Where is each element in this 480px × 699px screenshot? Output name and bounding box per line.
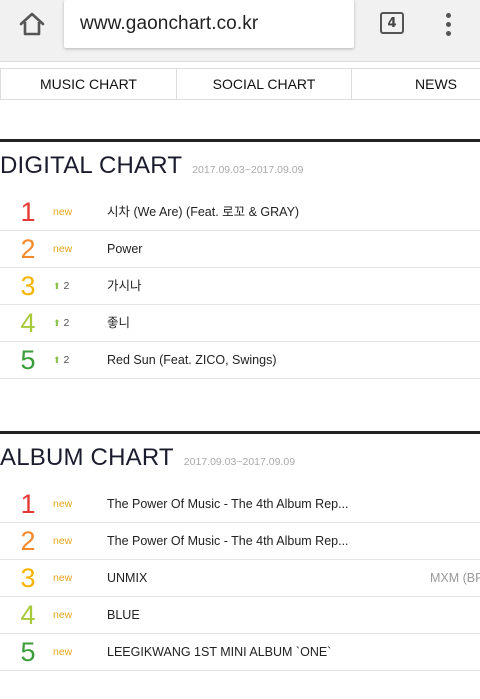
overflow-menu-button[interactable] [436,8,460,40]
rank-up-arrow-icon: ⬆ [53,318,61,328]
rank-change: new [53,206,73,218]
rank-change: new [53,572,73,584]
song-title[interactable]: 시차 (We Are) (Feat. 로꼬 & GRAY) [107,194,299,231]
nav-news[interactable]: NEWS [351,69,480,99]
rank-number: 4 [20,600,36,630]
album-title[interactable]: UNMIX [107,560,147,597]
address-bar[interactable]: www.gaonchart.co.kr [64,0,354,48]
album-title[interactable]: LEEGIKWANG 1ST MINI ALBUM `ONE` [107,634,331,671]
song-title[interactable]: 좋니 [107,305,130,342]
album-chart-row[interactable]: 4 new BLUE [0,597,480,634]
rank-up-arrow-icon: ⬆ [53,355,61,365]
rank-number: 1 [20,489,36,519]
rank-change-value: 2 [63,280,70,292]
song-title[interactable]: 가시나 [107,268,142,305]
rank-up-arrow-icon: ⬆ [53,281,61,291]
album-chart-row[interactable]: 3 new UNMIX MXM (BR [0,560,480,597]
rank-number: 5 [20,345,36,375]
rank-change: new [53,243,73,255]
rank-number: 3 [20,271,36,301]
song-title[interactable]: Red Sun (Feat. ZICO, Swings) [107,342,277,379]
overflow-menu-icon [445,12,451,18]
rank-change: ⬆ 2 [53,268,69,305]
album-chart-row[interactable]: 5 new LEEGIKWANG 1ST MINI ALBUM `ONE` [0,634,480,671]
rank-change: new [53,646,73,658]
digital-chart-row[interactable]: 3 ⬆ 2 가시나 [0,268,480,305]
digital-chart-header: DIGITAL CHART 2017.09.03~2017.09.09 [0,152,303,180]
rank-number: 3 [20,563,36,593]
digital-chart-row[interactable]: 4 ⬆ 2 좋니 [0,305,480,342]
rank-number: 2 [20,234,36,264]
digital-chart-row[interactable]: 1 new 시차 (We Are) (Feat. 로꼬 & GRAY) [0,194,480,231]
url-text: www.gaonchart.co.kr [80,13,259,34]
song-title[interactable]: Power [107,231,142,268]
digital-chart-row[interactable]: 5 ⬆ 2 Red Sun (Feat. ZICO, Swings) [0,342,480,379]
album-chart-row[interactable]: 1 new The Power Of Music - The 4th Album… [0,486,480,523]
digital-chart-title[interactable]: DIGITAL CHART [0,152,182,180]
rank-change-value: 2 [63,354,70,366]
rank-change: new [53,609,73,621]
site-nav: MUSIC CHART SOCIAL CHART NEWS [0,68,480,100]
album-title[interactable]: BLUE [107,597,140,634]
rank-change: ⬆ 2 [53,342,69,379]
digital-chart-date: 2017.09.03~2017.09.09 [192,164,304,176]
digital-chart-divider [0,139,480,142]
rank-number: 2 [20,526,36,556]
digital-chart-row[interactable]: 2 new Power [0,231,480,268]
rank-change-value: 2 [63,317,70,329]
home-icon [19,12,45,36]
tab-switcher-button[interactable]: 4 [380,12,404,34]
browser-toolbar: www.gaonchart.co.kr 4 [0,0,480,62]
album-title[interactable]: The Power Of Music - The 4th Album Rep..… [107,523,349,560]
rank-change: new [53,535,73,547]
nav-music-chart[interactable]: MUSIC CHART [0,69,176,99]
album-chart-row[interactable]: 2 new The Power Of Music - The 4th Album… [0,523,480,560]
album-chart-header: ALBUM CHART 2017.09.03~2017.09.09 [0,444,295,472]
album-chart-title[interactable]: ALBUM CHART [0,444,174,472]
album-chart-date: 2017.09.03~2017.09.09 [183,456,296,468]
rank-number: 4 [20,308,36,338]
album-artist: MXM (BR [430,571,480,585]
home-button[interactable] [12,8,52,40]
album-chart-divider [0,431,480,434]
tab-count-label: 4 [387,15,397,31]
rank-change: ⬆ 2 [53,305,69,342]
rank-number: 1 [20,197,36,227]
rank-number: 5 [20,637,36,667]
album-title[interactable]: The Power Of Music - The 4th Album Rep..… [107,486,349,523]
rank-change: new [53,498,73,510]
nav-social-chart[interactable]: SOCIAL CHART [176,69,351,99]
